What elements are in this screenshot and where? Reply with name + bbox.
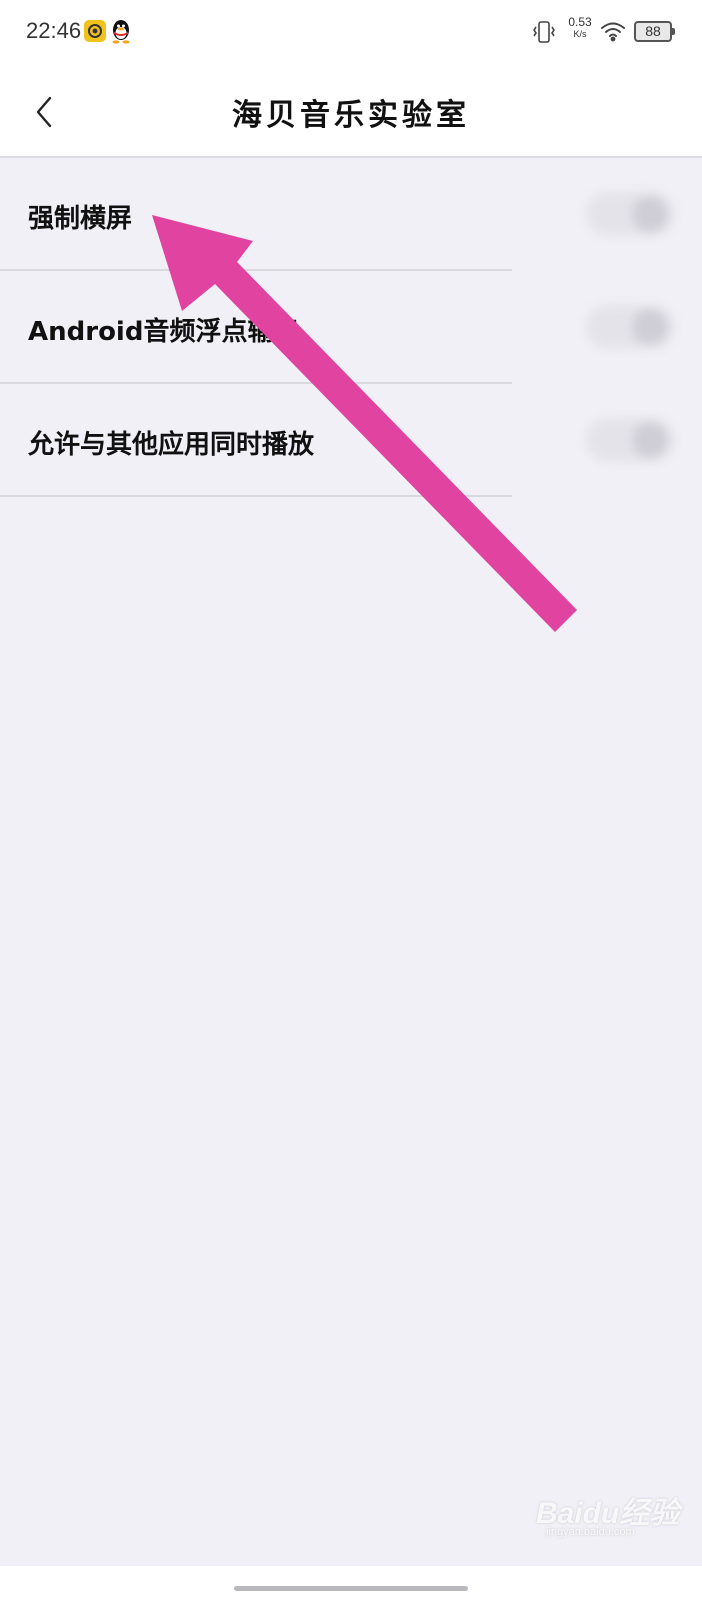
gesture-bar <box>0 1566 702 1600</box>
setting-label: 强制横屏 <box>28 204 133 234</box>
qq-penguin-icon <box>110 18 132 44</box>
yellow-app-icon <box>84 20 106 42</box>
setting-row-force-landscape[interactable]: 强制横屏 <box>0 158 702 271</box>
net-speed-unit: K/s <box>573 29 587 39</box>
status-bar: 22:46 0.53 K/s 88 <box>0 0 702 66</box>
header-bar: 海贝音乐实验室 <box>0 66 702 158</box>
setting-row-float-output[interactable]: Android音频浮点输出 <box>0 271 702 384</box>
mix-playback-toggle[interactable] <box>586 418 674 462</box>
net-speed-indicator: 0.53 K/s <box>566 16 594 39</box>
float-output-toggle[interactable] <box>586 305 674 349</box>
toggle-knob <box>632 196 668 232</box>
toggle-knob <box>632 422 668 458</box>
net-speed-value: 0.53 <box>568 15 592 29</box>
setting-row-mix-playback[interactable]: 允许与其他应用同时播放 <box>0 384 702 497</box>
battery-icon: 88 <box>634 21 675 42</box>
settings-list: 强制横屏 Android音频浮点输出 允许与其他应用同时播放 <box>0 158 702 497</box>
page-title: 海贝音乐实验室 <box>232 98 470 133</box>
toggle-knob <box>632 309 668 345</box>
baidu-watermark: Baidu经验 jingyan.baidu.com <box>536 1482 686 1542</box>
status-time: 22:46 <box>26 18 82 43</box>
force-landscape-toggle[interactable] <box>586 192 674 236</box>
vibrate-icon <box>532 20 556 44</box>
home-indicator[interactable] <box>234 1586 468 1591</box>
watermark-url: jingyan.baidu.com <box>546 1526 635 1538</box>
setting-label: 允许与其他应用同时播放 <box>28 430 315 460</box>
setting-label: Android音频浮点输出 <box>28 317 300 347</box>
wifi-icon <box>600 20 626 42</box>
